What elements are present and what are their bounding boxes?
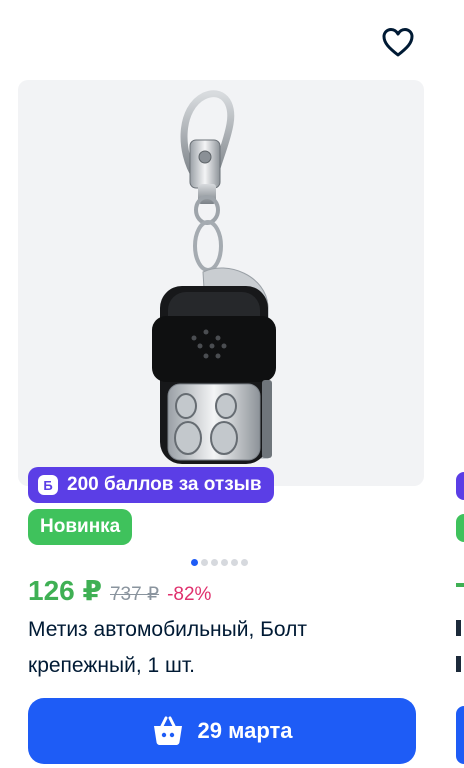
next-card-title bbox=[456, 656, 461, 672]
price-row: 126 ₽ 737 ₽ -82% bbox=[28, 574, 211, 610]
delivery-date-label: 29 марта bbox=[197, 718, 293, 743]
new-badge-text: Новинка bbox=[40, 516, 121, 537]
next-card-bonus-badge bbox=[456, 472, 464, 500]
pagination-dot[interactable] bbox=[211, 559, 218, 566]
favorite-button[interactable] bbox=[378, 22, 418, 62]
pagination-dot[interactable] bbox=[201, 559, 208, 566]
add-to-cart-button[interactable]: 29 марта bbox=[28, 698, 416, 764]
product-card[interactable]: Б 200 баллов за отзыв Новинка 126 ₽ 737 … bbox=[0, 0, 440, 768]
product-title[interactable]: Метиз автомобильный, Болт крепежный, 1 ш… bbox=[28, 612, 408, 684]
next-card-new-badge bbox=[456, 514, 464, 542]
basket-icon bbox=[153, 716, 182, 745]
old-price: 737 ₽ bbox=[109, 584, 160, 605]
bonus-badge-text: 200 баллов за отзыв bbox=[67, 474, 262, 495]
discount-percent: -82% bbox=[167, 584, 212, 605]
pagination-dot[interactable] bbox=[191, 559, 198, 566]
image-pagination-dots[interactable] bbox=[191, 559, 248, 566]
product-image[interactable] bbox=[18, 80, 424, 486]
bonus-badge: Б 200 баллов за отзыв bbox=[28, 467, 274, 503]
pagination-dot[interactable] bbox=[241, 559, 248, 566]
heart-outline-icon bbox=[382, 28, 414, 57]
key-fob-remote-image bbox=[152, 90, 276, 464]
current-price: 126 ₽ bbox=[28, 575, 102, 606]
pagination-dot[interactable] bbox=[231, 559, 238, 566]
next-card-cart-button[interactable] bbox=[456, 706, 464, 764]
bonus-icon: Б bbox=[38, 475, 58, 495]
pagination-dot[interactable] bbox=[221, 559, 228, 566]
next-card-price bbox=[456, 583, 464, 587]
next-card-title bbox=[456, 620, 461, 636]
new-badge: Новинка bbox=[28, 509, 133, 545]
